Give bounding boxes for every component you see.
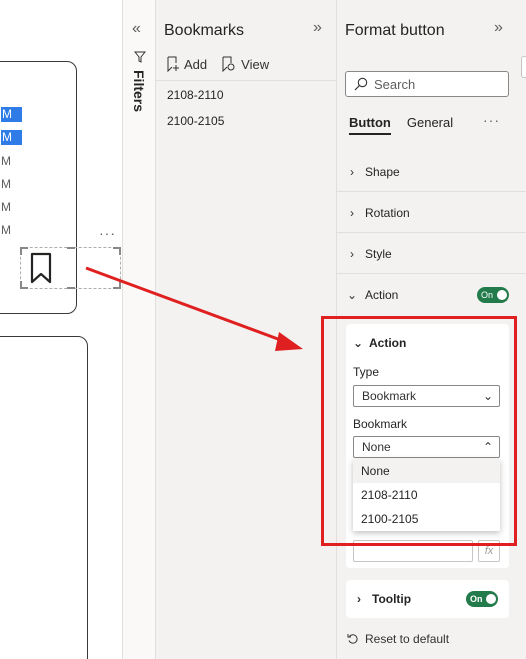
chevron-down-icon: ⌄ [347,288,358,302]
chevron-double-right-icon[interactable]: » [313,19,322,37]
chevron-right-icon: › [350,205,354,220]
bookmarks-pane: Bookmarks » Add View 2108-2110 2100-2105 [156,0,337,659]
funnel-icon [134,51,146,63]
table-row[interactable]: M [1,154,11,168]
table-row[interactable]: M [1,200,11,214]
reset-to-default-button[interactable]: Reset to default [347,632,449,646]
section-label: Rotation [365,205,410,220]
more-options-icon[interactable]: ··· [483,112,500,128]
table-row[interactable]: M [1,223,11,237]
bookmark-view-icon [222,56,235,72]
more-options-icon[interactable]: ··· [99,225,116,241]
reset-icon [347,634,358,644]
filters-label[interactable]: Filters [131,70,147,112]
pane-title: Bookmarks [164,22,245,39]
chevron-right-icon: › [350,164,354,179]
annotation-highlight-box [321,316,517,546]
view-bookmark-button[interactable]: View [221,56,269,72]
chevron-right-icon: › [350,246,354,261]
bookmark-icon [30,252,52,284]
add-bookmark-button[interactable]: Add [166,56,207,72]
toggle-knob [486,594,496,604]
section-label: Shape [365,164,400,179]
bookmarks-toolbar: Add View [166,56,269,72]
report-canvas: M M M M M M ··· [0,0,123,659]
selection-handle[interactable] [113,247,121,255]
tooltip-toggle[interactable]: On [466,591,498,607]
search-placeholder: Search [374,76,416,92]
table-row[interactable]: M [1,130,22,145]
divider [156,80,337,81]
section-shape[interactable]: › Shape [337,152,526,192]
format-tabs: Button General [349,115,453,135]
bookmark-button-visual[interactable] [20,247,121,289]
tooltip-label: Tooltip [372,592,412,606]
chevron-double-left-icon[interactable]: « [132,20,141,38]
pane-edge-tab[interactable] [521,56,526,78]
selection-handle[interactable] [20,247,28,255]
search-icon [354,77,368,91]
section-label: Action [365,288,399,302]
chevron-double-right-icon[interactable]: » [494,19,503,37]
reset-label: Reset to default [365,632,450,646]
tab-button[interactable]: Button [349,115,391,135]
bookmark-item[interactable]: 2100-2105 [167,114,224,128]
tooltip-card[interactable]: › Tooltip On [346,580,509,618]
chevron-right-icon: › [357,592,361,606]
tab-general[interactable]: General [407,115,453,135]
search-input[interactable]: Search [345,71,509,97]
filters-pane-collapsed[interactable]: « Filters [123,0,156,659]
pane-title: Format button [345,22,445,39]
selection-handle[interactable] [67,281,75,289]
bookmark-item[interactable]: 2108-2110 [167,88,224,102]
toggle-knob [497,290,507,300]
bookmark-add-icon [167,56,179,72]
selection-handle[interactable] [20,281,28,289]
selection-handle[interactable] [67,247,75,255]
section-action[interactable]: ⌄ Action On [337,275,526,315]
section-rotation[interactable]: › Rotation [337,193,526,233]
table-row[interactable]: M [1,177,11,191]
toggle-label: On [470,594,483,604]
add-label: Add [184,56,208,72]
selection-handle[interactable] [113,281,121,289]
toggle-label: On [481,290,494,300]
section-label: Style [365,246,392,261]
action-toggle[interactable]: On [477,287,509,303]
section-style[interactable]: › Style [337,234,526,274]
view-label: View [241,56,270,72]
table-row[interactable]: M [1,107,22,122]
visual-container[interactable] [0,336,88,659]
